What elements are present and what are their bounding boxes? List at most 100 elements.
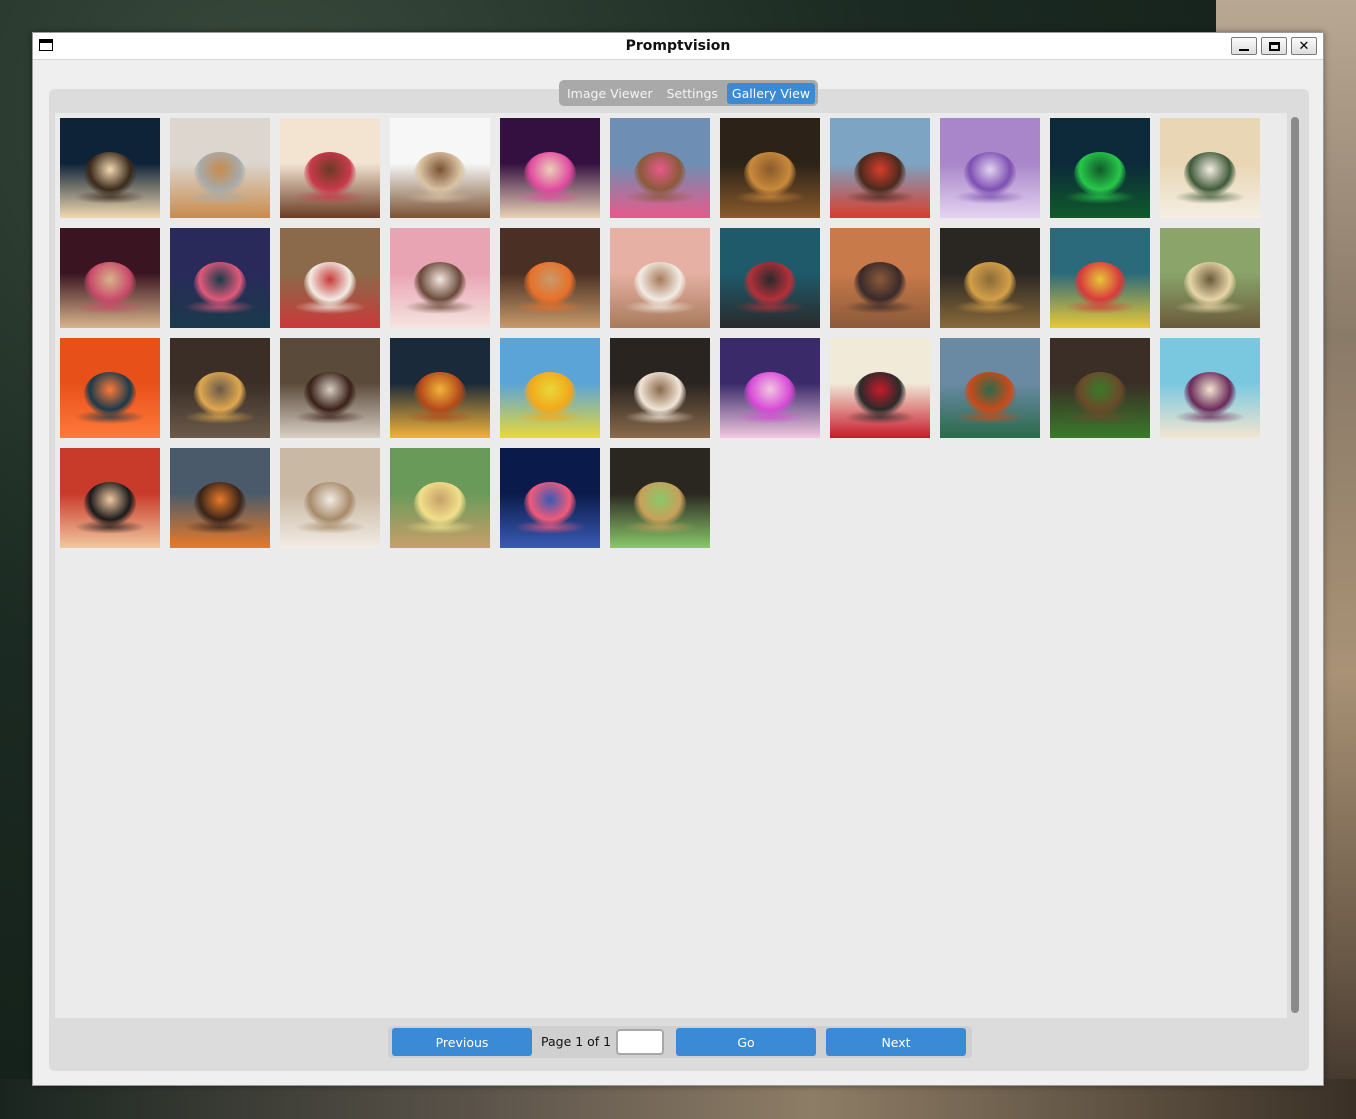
- window-title: Promptvision: [625, 38, 731, 54]
- gallery-thumbnail[interactable]: [1160, 338, 1260, 438]
- gallery-thumbnail[interactable]: [280, 338, 380, 438]
- thumbnail-base: [404, 300, 476, 314]
- gallery-thumbnail[interactable]: [170, 118, 270, 218]
- thumbnail-base: [514, 190, 586, 204]
- minimize-icon: [1239, 49, 1249, 51]
- thumbnail-base: [844, 300, 916, 314]
- thumbnail-base: [74, 190, 146, 204]
- maximize-icon: [1268, 41, 1280, 51]
- previous-button[interactable]: Previous: [392, 1028, 532, 1056]
- gallery-thumbnail[interactable]: [940, 228, 1040, 328]
- thumbnail-base: [294, 410, 366, 424]
- thumbnail-base: [954, 190, 1026, 204]
- minimize-button[interactable]: [1231, 37, 1257, 55]
- thumbnail-base: [184, 300, 256, 314]
- thumbnail-base: [954, 300, 1026, 314]
- title-bar[interactable]: Promptvision ✕: [33, 33, 1323, 60]
- thumbnail-base: [844, 190, 916, 204]
- thumbnail-base: [404, 410, 476, 424]
- gallery-thumbnail[interactable]: [720, 228, 820, 328]
- gallery-thumbnail[interactable]: [500, 448, 600, 548]
- gallery-thumbnail[interactable]: [60, 448, 160, 548]
- gallery-thumbnail[interactable]: [280, 228, 380, 328]
- gallery-thumbnail[interactable]: [500, 228, 600, 328]
- thumbnail-base: [734, 410, 806, 424]
- thumbnail-base: [624, 520, 696, 534]
- gallery-thumbnail[interactable]: [170, 338, 270, 438]
- page-number-input[interactable]: [616, 1029, 664, 1055]
- gallery-thumbnail[interactable]: [610, 118, 710, 218]
- thumbnail-base: [1174, 300, 1246, 314]
- thumbnail-base: [74, 410, 146, 424]
- gallery-thumbnail[interactable]: [610, 228, 710, 328]
- vertical-scrollbar[interactable]: [1291, 117, 1299, 1013]
- gallery-thumbnail[interactable]: [1160, 118, 1260, 218]
- thumbnail-base: [514, 300, 586, 314]
- gallery-thumbnail[interactable]: [1050, 338, 1150, 438]
- tab-image-viewer[interactable]: Image Viewer: [562, 83, 658, 104]
- gallery-thumbnail[interactable]: [940, 338, 1040, 438]
- thumbnail-base: [1174, 190, 1246, 204]
- gallery-thumbnail[interactable]: [60, 228, 160, 328]
- thumbnail-base: [624, 410, 696, 424]
- page-indicator: Page 1 of 1: [541, 1034, 612, 1049]
- tab-bar: Image Viewer Settings Gallery View: [559, 80, 819, 106]
- gallery-thumbnail[interactable]: [610, 448, 710, 548]
- gallery-thumbnail[interactable]: [280, 448, 380, 548]
- gallery-thumbnail[interactable]: [390, 118, 490, 218]
- thumbnail-base: [294, 520, 366, 534]
- thumbnail-base: [624, 300, 696, 314]
- thumbnail-base: [624, 190, 696, 204]
- gallery-thumbnail[interactable]: [170, 228, 270, 328]
- gallery-thumbnail[interactable]: [390, 448, 490, 548]
- thumbnail-base: [1064, 410, 1136, 424]
- go-button[interactable]: Go: [676, 1028, 816, 1056]
- thumbnail-base: [734, 300, 806, 314]
- gallery-thumbnail[interactable]: [390, 338, 490, 438]
- next-button[interactable]: Next: [826, 1028, 966, 1056]
- thumbnail-base: [184, 520, 256, 534]
- gallery-thumbnail[interactable]: [1160, 228, 1260, 328]
- thumbnail-base: [294, 300, 366, 314]
- gallery-thumbnail[interactable]: [1050, 228, 1150, 328]
- gallery-thumbnail[interactable]: [280, 118, 380, 218]
- tab-settings[interactable]: Settings: [662, 83, 723, 104]
- thumbnail-base: [1064, 190, 1136, 204]
- thumbnail-base: [1174, 410, 1246, 424]
- gallery-thumbnail[interactable]: [830, 118, 930, 218]
- gallery-thumbnail[interactable]: [170, 448, 270, 548]
- app-window: Promptvision ✕ Image Viewer Settings Gal…: [32, 32, 1324, 1086]
- gallery-thumbnail[interactable]: [830, 338, 930, 438]
- close-button[interactable]: ✕: [1291, 37, 1317, 55]
- gallery-area: [55, 113, 1287, 1018]
- gallery-thumbnail[interactable]: [500, 338, 600, 438]
- thumbnail-base: [74, 300, 146, 314]
- gallery-thumbnail[interactable]: [500, 118, 600, 218]
- gallery-thumbnail[interactable]: [1050, 118, 1150, 218]
- gallery-thumbnail[interactable]: [720, 338, 820, 438]
- thumbnail-base: [184, 410, 256, 424]
- gallery-thumbnail[interactable]: [720, 118, 820, 218]
- thumbnail-base: [404, 520, 476, 534]
- thumbnail-base: [734, 190, 806, 204]
- thumbnail-grid: [60, 118, 1270, 548]
- thumbnail-base: [514, 410, 586, 424]
- gallery-thumbnail[interactable]: [60, 118, 160, 218]
- tab-gallery-view[interactable]: Gallery View: [726, 82, 816, 104]
- thumbnail-base: [514, 520, 586, 534]
- main-panel: Image Viewer Settings Gallery View Previ…: [49, 80, 1309, 1071]
- thumbnail-base: [954, 410, 1026, 424]
- thumbnail-base: [844, 410, 916, 424]
- thumbnail-base: [1064, 300, 1136, 314]
- thumbnail-base: [294, 190, 366, 204]
- close-icon: ✕: [1298, 38, 1310, 54]
- thumbnail-base: [74, 520, 146, 534]
- gallery-thumbnail[interactable]: [610, 338, 710, 438]
- gallery-thumbnail[interactable]: [940, 118, 1040, 218]
- pagination-bar: Previous Page 1 of 1 Go Next: [388, 1026, 972, 1058]
- thumbnail-base: [404, 190, 476, 204]
- maximize-button[interactable]: [1261, 37, 1287, 55]
- gallery-thumbnail[interactable]: [60, 338, 160, 438]
- gallery-thumbnail[interactable]: [830, 228, 930, 328]
- gallery-thumbnail[interactable]: [390, 228, 490, 328]
